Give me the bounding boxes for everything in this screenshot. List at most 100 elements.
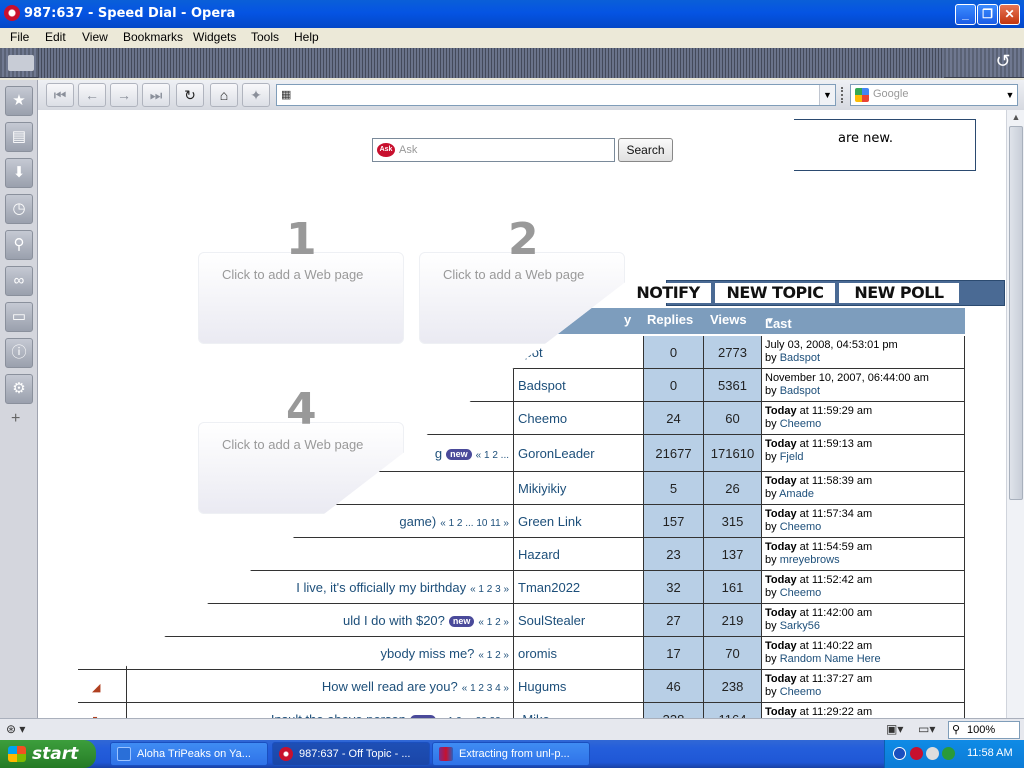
trash-icon[interactable]: ↺ [990, 51, 1016, 75]
author-link[interactable]: Hugums [518, 679, 566, 694]
view-icon[interactable]: ▣▾ [886, 722, 903, 736]
topic-link[interactable]: game) « 1 2 ... 10 11 » [399, 514, 509, 529]
ask-search-input[interactable]: Ask Ask [372, 138, 615, 162]
notes-panel-icon[interactable]: ▤ [5, 122, 33, 152]
topic-link[interactable]: ybody miss me? « 1 2 » [380, 646, 509, 661]
last-post-author-link[interactable]: Cheemo [780, 686, 822, 698]
downloads-panel-icon[interactable]: ⬇ [5, 158, 33, 188]
speed-dial-1[interactable] [198, 252, 404, 344]
last-post-author-link[interactable]: Cheemo [780, 418, 822, 430]
taskbar-item-opera[interactable]: 987:637 - Off Topic - ... [272, 742, 430, 766]
forward-button[interactable]: → [110, 83, 138, 107]
page-links[interactable]: « 1 2 ... 10 11 » [440, 518, 509, 529]
panel-toggle-button[interactable] [8, 55, 34, 71]
new-topic-button[interactable]: NEW TOPIC [715, 283, 835, 303]
wand-button[interactable]: ✦ [242, 83, 270, 107]
last-post-author-link[interactable]: Cheemo [780, 587, 822, 599]
menu-bookmarks[interactable]: Bookmarks [123, 30, 183, 44]
links-panel-icon[interactable]: ∞ [5, 266, 33, 296]
topic-link[interactable]: uld I do with $20? new « 1 2 » [343, 613, 509, 628]
windows-panel-icon[interactable]: ▭ [5, 302, 33, 332]
turbo-icon[interactable]: ⊛ ▾ [6, 722, 25, 736]
back-arrow-icon[interactable] [893, 747, 906, 760]
back-button[interactable]: ← [78, 83, 106, 107]
table-row[interactable]: Insult the above personnew« 1 2 ... 22 2… [78, 703, 965, 718]
scroll-up-icon[interactable]: ▲ [1009, 112, 1023, 124]
reload-button[interactable]: ↻ [176, 83, 204, 107]
author-link[interactable]: Badspot [518, 378, 566, 393]
close-button[interactable]: ✕ [999, 4, 1020, 25]
menu-view[interactable]: View [82, 30, 108, 44]
add-panel-icon[interactable]: + [11, 410, 20, 428]
page-links[interactable]: « 1 2 » [478, 617, 509, 628]
home-button[interactable]: ⌂ [210, 83, 238, 107]
page-links[interactable]: « 1 2 3 4 » [462, 683, 509, 694]
new-badge[interactable]: new [448, 616, 475, 627]
minimize-button[interactable]: _ [955, 4, 976, 25]
app-tray-icon[interactable] [942, 747, 955, 760]
page-links[interactable]: « 1 2 » [478, 650, 509, 661]
start-button[interactable]: start [0, 740, 96, 768]
window-icon[interactable]: ▭▾ [918, 722, 935, 736]
zoom-control[interactable]: ⚲ 100% [948, 721, 1020, 739]
notify-button[interactable]: NOTIFY [625, 283, 711, 303]
last-post-author-link[interactable]: Cheemo [780, 521, 822, 533]
topic-link[interactable]: g new « 1 2 ... [435, 446, 509, 461]
history-panel-icon[interactable]: ◷ [5, 194, 33, 224]
scrollbar-thumb[interactable] [1009, 126, 1023, 500]
menu-widgets[interactable]: Widgets [193, 30, 236, 44]
author-link[interactable]: oromis [518, 646, 557, 661]
tab-strip[interactable] [38, 48, 944, 78]
rewind-button[interactable]: ⏮ [46, 83, 74, 107]
page-links[interactable]: « 1 2 ... [476, 450, 509, 461]
new-poll-button[interactable]: NEW POLL [839, 283, 959, 303]
last-post-author-link[interactable]: mreyebrows [780, 554, 840, 566]
author-link[interactable]: Cheemo [518, 411, 567, 426]
menu-help[interactable]: Help [294, 30, 319, 44]
last-post-author-link[interactable]: Amade [779, 488, 814, 500]
topic-link[interactable]: I live, it's officially my birthday « 1 2… [296, 580, 509, 595]
menu-tools[interactable]: Tools [251, 30, 279, 44]
fast-forward-button[interactable]: ⏭ [142, 83, 170, 107]
page-links[interactable]: « 1 2 3 » [470, 584, 509, 595]
table-row[interactable]: ybody miss me? « 1 2 » oromis 17 70 Today at … [78, 637, 965, 670]
taskbar-item-extracting[interactable]: Extracting from unl-p... [432, 742, 590, 766]
search-button[interactable]: Search [618, 138, 673, 162]
author-link[interactable]: Mikiyikiy [518, 481, 566, 496]
address-bar[interactable]: ▦ ▼ [276, 84, 836, 106]
table-row[interactable]: uld I do with $20? new « 1 2 » SoulStealer 2… [78, 604, 965, 637]
last-post-author-link[interactable]: Sarky56 [780, 620, 820, 632]
maximize-button[interactable]: ❐ [977, 4, 998, 25]
last-post-author-link[interactable]: Badspot [780, 385, 820, 397]
author-link[interactable]: Hazard [518, 547, 560, 562]
info-panel-icon[interactable]: ⓘ [5, 338, 33, 368]
replies-header[interactable]: Replies [647, 312, 693, 327]
last-post-author-link[interactable]: Random Name Here [780, 653, 881, 665]
views-header[interactable]: Views [710, 312, 747, 327]
bookmarks-panel-icon[interactable]: ★ [5, 86, 33, 116]
search-field[interactable]: Google ▼ [850, 84, 1018, 106]
opera-tray-icon[interactable] [910, 747, 923, 760]
network-icon[interactable] [926, 747, 939, 760]
author-link[interactable]: SoulStealer [518, 613, 585, 628]
search-dropdown-icon[interactable]: ▼ [1003, 85, 1017, 105]
settings-panel-icon[interactable]: ⚙ [5, 374, 33, 404]
views-count: 5361 [718, 378, 747, 393]
title-bar[interactable]: 987:637 - Speed Dial - Opera _ ❐ ✕ [0, 0, 1024, 28]
menu-edit[interactable]: Edit [45, 30, 66, 44]
new-badge[interactable]: new [446, 449, 472, 460]
menu-file[interactable]: File [10, 30, 29, 44]
search-panel-icon[interactable]: ⚲ [5, 230, 33, 260]
vertical-scrollbar[interactable]: ▲ [1006, 110, 1024, 718]
last-post-author-link[interactable]: Fjeld [780, 451, 804, 463]
author-link[interactable]: Tman2022 [518, 580, 580, 595]
author-link[interactable]: GoronLeader [518, 446, 595, 461]
resize-grip[interactable] [841, 87, 845, 103]
table-row[interactable]: How well read are you? « 1 2 3 4 » Hugums 4… [78, 670, 965, 703]
last-post-author-link[interactable]: Badspot [780, 352, 820, 364]
author-link[interactable]: Green Link [518, 514, 582, 529]
taskbar-item-tripeaks[interactable]: Aloha TriPeaks on Ya... [110, 742, 268, 766]
topic-link[interactable]: How well read are you? « 1 2 3 4 » [322, 679, 509, 694]
started-by-header[interactable]: y [624, 312, 631, 327]
address-dropdown-icon[interactable]: ▼ [819, 85, 835, 105]
